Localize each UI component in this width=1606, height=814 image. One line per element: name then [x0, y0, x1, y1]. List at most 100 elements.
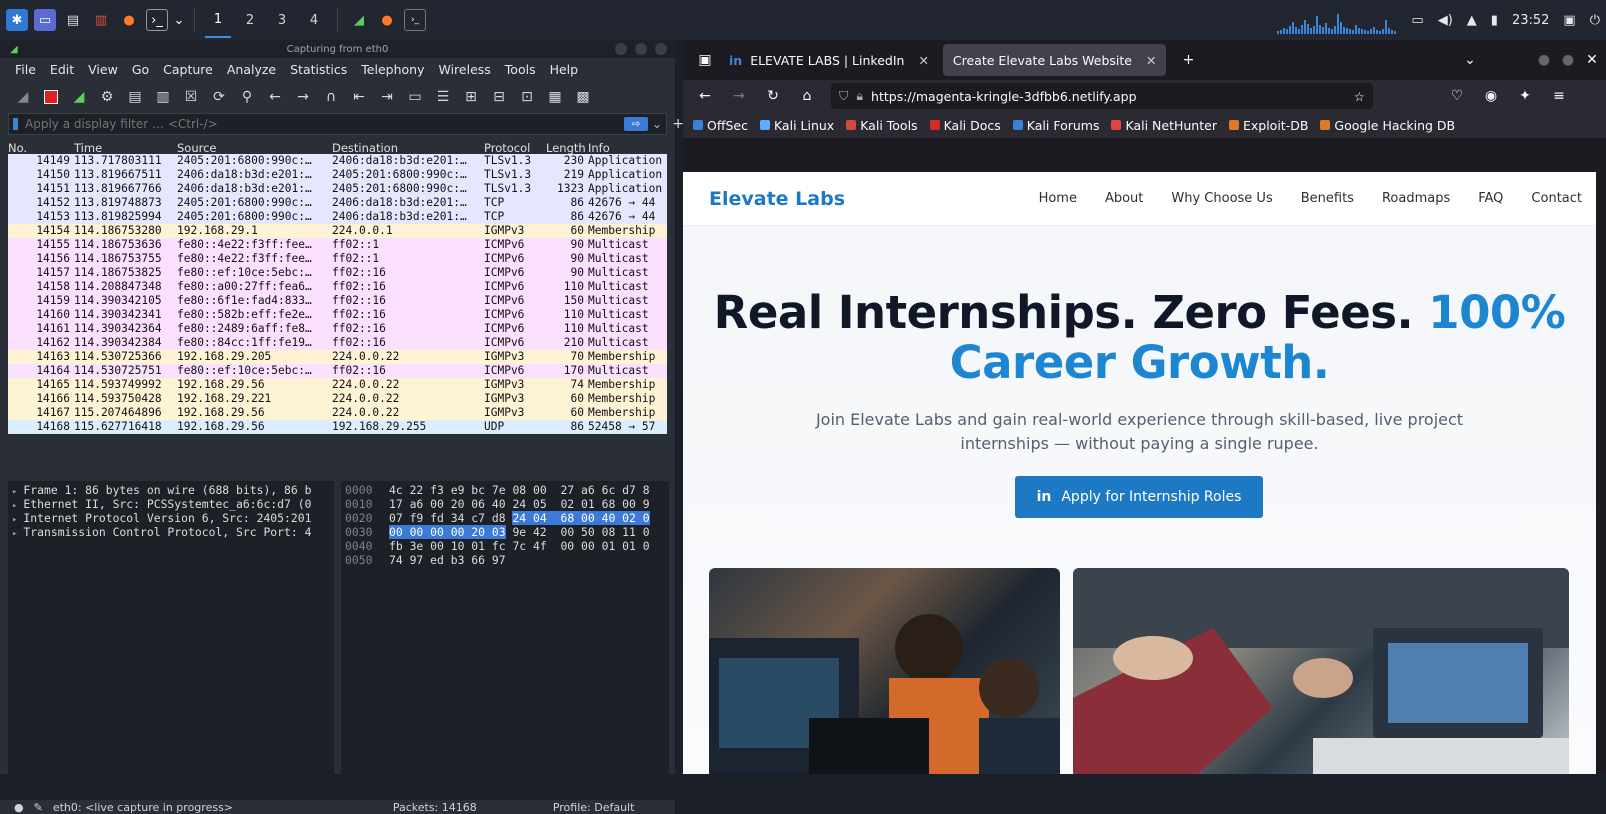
expert-info-icon[interactable]: ● [14, 801, 24, 814]
stop-capture-icon[interactable] [40, 86, 62, 108]
col-time[interactable]: Time [74, 141, 177, 155]
lock-icon[interactable]: 🔒︎ [856, 88, 863, 104]
open-file-icon[interactable]: ▤ [124, 86, 146, 108]
zoom-out-icon[interactable]: ⊟ [488, 86, 510, 108]
display-icon[interactable]: ▭ [1411, 13, 1423, 28]
menu-analyze[interactable]: Analyze [220, 62, 283, 77]
text-editor-icon[interactable]: ▥ [90, 9, 112, 31]
restart-capture-icon[interactable]: ◢ [68, 86, 90, 108]
tab-elevate-website[interactable]: Create Elevate Labs Website ✕ [942, 44, 1167, 76]
packet-row[interactable]: 14161 114.390342364 fe80::2489:6aff:fe8… ff… [8, 322, 667, 336]
packet-row[interactable]: 14162 114.390342384 fe80::84cc:1ff:fe19… ff… [8, 336, 667, 350]
bookmark-item[interactable]: Google Hacking DB [1320, 118, 1455, 133]
start-capture-icon[interactable]: ◢ [12, 86, 34, 108]
reload-icon[interactable]: ⟳ [208, 86, 230, 108]
packet-row[interactable]: 14156 114.186753755 fe80::4e22:f3ff:fee… ff… [8, 252, 667, 266]
maximize-button[interactable] [635, 43, 647, 55]
packet-row[interactable]: 14167 115.207464896 192.168.29.56 224.0.0.2… [8, 406, 667, 420]
autoscroll-icon[interactable]: ▭ [404, 86, 426, 108]
pocket-icon[interactable]: ♡ [1447, 86, 1467, 106]
first-packet-icon[interactable]: ⇤ [348, 86, 370, 108]
apply-button[interactable]: in Apply for Internship Roles [1015, 476, 1263, 518]
col-source[interactable]: Source [177, 141, 332, 155]
packet-row[interactable]: 14152 113.819748873 2405:201:6800:990c:… 24… [8, 196, 667, 210]
packet-row[interactable]: 14155 114.186753636 fe80::4e22:f3ff:fee… ff… [8, 238, 667, 252]
close-file-icon[interactable]: ☒ [180, 86, 202, 108]
desktop-icon[interactable]: ▭ [34, 9, 56, 31]
detail-tree-item[interactable]: ▸ Frame 1: 86 bytes on wire (688 bits), 8… [8, 483, 334, 497]
capture-comment-icon[interactable]: ✎ [34, 801, 43, 814]
expand-arrow-icon[interactable]: ▸ [12, 515, 17, 525]
bookmark-item[interactable]: Kali Tools [846, 118, 918, 133]
go-back-icon[interactable]: ← [264, 86, 286, 108]
packet-row[interactable]: 14159 114.390342105 fe80::6f1e:fad4:833… ff… [8, 294, 667, 308]
workspace-2[interactable]: 2 [237, 2, 263, 38]
expand-arrow-icon[interactable]: ▸ [12, 529, 17, 539]
packet-row[interactable]: 14149 113.717803111 2405:201:6800:990c:… 24… [8, 154, 667, 168]
workspace-1[interactable]: 1 [205, 2, 231, 38]
resize-columns-icon[interactable]: ▦ [544, 86, 566, 108]
menu-icon[interactable]: ≡ [1549, 86, 1569, 106]
battery-icon[interactable]: ▮ [1491, 13, 1498, 28]
close-tab-icon[interactable]: ✕ [1146, 53, 1156, 68]
zoom-in-icon[interactable]: ⊞ [460, 86, 482, 108]
wireshark-task-icon[interactable]: ◢ [348, 9, 370, 31]
terminal-task-icon[interactable]: ›_ [404, 9, 426, 31]
colorize-icon[interactable]: ☰ [432, 86, 454, 108]
save-file-icon[interactable]: ▥ [152, 86, 174, 108]
reload-icon[interactable]: ↻ [763, 86, 783, 106]
close-button[interactable] [655, 43, 667, 55]
normal-size-icon[interactable]: ⊡ [516, 86, 538, 108]
menu-view[interactable]: View [81, 62, 125, 77]
tab-linkedin[interactable]: in ELEVATE LABS | LinkedIn ✕ [719, 44, 939, 76]
packet-row[interactable]: 14160 114.390342341 fe80::582b:eff:fe2e… ff… [8, 308, 667, 322]
firefox-view-icon[interactable]: ▣ [695, 50, 715, 70]
bookmark-item[interactable]: Kali Docs [929, 118, 1001, 133]
home-icon[interactable]: ⌂ [797, 86, 817, 106]
packet-row[interactable]: 14158 114.208847348 fe80::a00:27ff:fea6… ff… [8, 280, 667, 294]
minimize-icon[interactable]: ● [1534, 50, 1554, 70]
bookmark-icon[interactable] [13, 118, 18, 130]
filter-dropdown-icon[interactable]: ⌄ [652, 117, 662, 131]
volume-icon[interactable]: ◀) [1438, 13, 1453, 28]
workspace-3[interactable]: 3 [269, 2, 295, 38]
terminal-icon[interactable]: ›_ [146, 9, 168, 31]
layout-icon[interactable]: ▩ [572, 86, 594, 108]
nav-contact[interactable]: Contact [1517, 191, 1596, 206]
status-profile[interactable]: Profile: Default [553, 801, 635, 814]
kali-menu-icon[interactable]: ✱ [6, 9, 28, 31]
nav-roadmaps[interactable]: Roadmaps [1368, 191, 1464, 206]
account-icon[interactable]: ◉ [1481, 86, 1501, 106]
firefox-icon[interactable]: ● [118, 9, 140, 31]
display-filter-input[interactable] [9, 117, 624, 131]
menu-telephony[interactable]: Telephony [354, 62, 431, 77]
detail-tree-item[interactable]: ▸ Ethernet II, Src: PCSSystemtec_a6:6c:d7… [8, 497, 334, 511]
shield-icon[interactable]: ⛉ [839, 88, 848, 104]
search-icon[interactable]: ⚲ [236, 86, 258, 108]
menu-file[interactable]: File [8, 62, 43, 77]
expand-arrow-icon[interactable]: ▸ [12, 487, 17, 497]
firefox-task-icon[interactable]: ● [376, 9, 398, 31]
close-tab-icon[interactable]: ✕ [918, 53, 928, 68]
lock-icon[interactable]: ▣ [1563, 13, 1575, 28]
nav-home[interactable]: Home [1025, 191, 1091, 206]
maximize-icon[interactable]: ● [1558, 50, 1578, 70]
nav-about[interactable]: About [1091, 191, 1157, 206]
back-icon[interactable]: ← [695, 86, 715, 106]
go-to-packet-icon[interactable]: ∩ [320, 86, 342, 108]
files-icon[interactable]: ▤ [62, 9, 84, 31]
detail-tree-item[interactable]: ▸ Transmission Control Protocol, Src Port… [8, 525, 334, 539]
packet-row[interactable]: 14151 113.819667766 2406:da18:b3d:e201:… 24… [8, 182, 667, 196]
go-forward-icon[interactable]: → [292, 86, 314, 108]
bookmark-item[interactable]: Kali NetHunter [1111, 118, 1217, 133]
notification-bell-icon[interactable]: ▲ [1467, 13, 1477, 28]
menu-edit[interactable]: Edit [43, 62, 81, 77]
close-window-icon[interactable]: ✕ [1582, 50, 1602, 70]
url-text[interactable]: https://magenta-kringle-3dfbb6.netlify.a… [871, 89, 1346, 104]
nav-faq[interactable]: FAQ [1464, 191, 1517, 206]
clock[interactable]: 23:52 [1512, 13, 1549, 28]
menu-tools[interactable]: Tools [498, 62, 543, 77]
expand-arrow-icon[interactable]: ▸ [12, 501, 17, 511]
col-info[interactable]: Info [588, 141, 667, 155]
col-no[interactable]: No. [8, 141, 74, 155]
